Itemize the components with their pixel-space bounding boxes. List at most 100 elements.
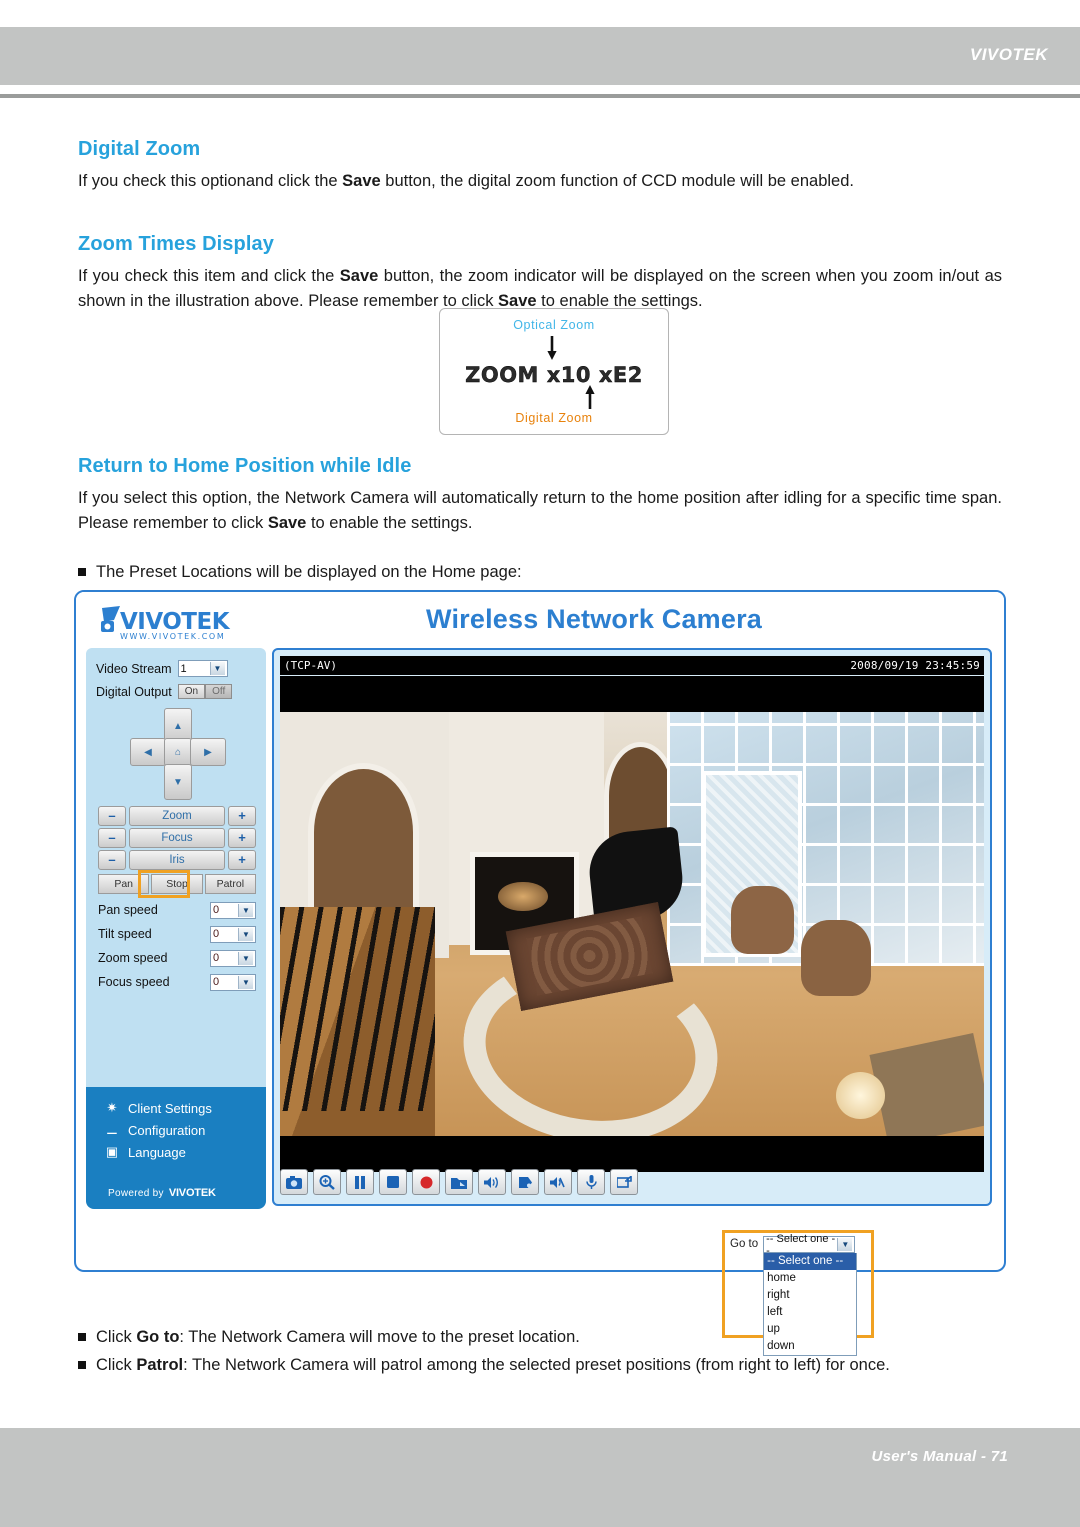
snapshot-icon[interactable] (280, 1169, 308, 1195)
tilt-speed-row: Tilt speed 0 ▼ (98, 924, 256, 944)
live-video-frame[interactable] (280, 676, 984, 1172)
goto-bullet-bold: Go to (136, 1328, 180, 1346)
powered-by-vivotek: Powered by VIVOTEK (108, 1187, 216, 1199)
goto-option-select-one[interactable]: -- Select one -- (764, 1253, 857, 1270)
iris-label: Iris (129, 849, 225, 870)
ptz-down-button[interactable]: ▼ (164, 764, 192, 800)
patrol-button[interactable]: Patrol (204, 874, 256, 894)
pan-speed-select[interactable]: 0 ▼ (210, 901, 256, 919)
pan-stop-patrol-group: Pan Stop Patrol (98, 874, 256, 894)
focus-label: Focus (129, 827, 225, 848)
record-icon[interactable] (412, 1169, 440, 1195)
nav-item-configuration[interactable]: ⚊ Configuration (104, 1122, 205, 1138)
video-stream-label: Video Stream (96, 661, 172, 676)
tilt-speed-select[interactable]: 0 ▼ (210, 925, 256, 943)
pan-speed-value: 0 (213, 904, 220, 916)
vivotek-brand-text: VIVOTEK (969, 45, 1048, 64)
talk-icon[interactable] (544, 1169, 572, 1195)
video-stream-select[interactable]: 1 ▼ (177, 660, 228, 677)
digital-zoom-arrow-icon (585, 385, 595, 409)
zoom-speed-row: Zoom speed 0 ▼ (98, 948, 256, 968)
zoom-minus-button[interactable]: – (98, 805, 126, 826)
goto-options-list: -- Select one -- home right left up down (763, 1253, 858, 1356)
storage-folder-icon[interactable] (445, 1169, 473, 1195)
fullscreen-icon[interactable] (610, 1169, 638, 1195)
dz-text-suffix: button, the digital zoom function of CCD… (380, 172, 854, 190)
goto-option-left[interactable]: left (764, 1304, 856, 1321)
rh-save-bold: Save (267, 514, 307, 532)
goto-option-home[interactable]: home (764, 1270, 856, 1287)
optical-zoom-arrow-icon (547, 336, 557, 360)
optical-zoom-label: Optical Zoom (513, 318, 595, 332)
goto-bullet-c: : The Network Camera will move to the pr… (179, 1328, 580, 1346)
nav-item-client-settings[interactable]: ✷ Client Settings (104, 1100, 212, 1116)
osd-protocol: (TCP-AV) (284, 659, 337, 672)
up-arrow-icon: ▲ (173, 720, 183, 732)
wrench-icon: ⚊ (106, 1122, 118, 1137)
chevron-down-icon: ▼ (238, 903, 253, 917)
focus-speed-select[interactable]: 0 ▼ (210, 973, 256, 991)
video-toolbar (280, 1168, 988, 1196)
digital-output-off-button[interactable]: Off (205, 684, 233, 699)
stop-icon[interactable] (379, 1169, 407, 1195)
bullet-square-icon (78, 568, 86, 576)
focus-plus-button[interactable]: + (228, 827, 256, 848)
iris-plus-button[interactable]: + (228, 849, 256, 870)
heading-digital-zoom: Digital Zoom (78, 138, 201, 160)
bullet-square-icon (78, 1333, 86, 1341)
speech-bubble-icon: ▣ (105, 1144, 119, 1159)
nav-client-settings-label: Client Settings (128, 1100, 212, 1116)
vivotek-logo: VIVOTEK WWW.VIVOTEK.COM (98, 604, 288, 642)
zoom-indicator-illustration: Optical Zoom ZOOM x10 xE2 Digital Zoom (439, 308, 669, 435)
goto-option-down[interactable]: down (764, 1338, 856, 1355)
nav-item-language[interactable]: ▣ Language (104, 1144, 186, 1160)
zoom-speed-label: Zoom speed (98, 951, 168, 965)
ztd-save-bold-1: Save (339, 267, 379, 285)
camera-nav-block: ✷ Client Settings ⚊ Configuration ▣ Lang… (86, 1087, 266, 1209)
ptz-left-button[interactable]: ◀ (130, 738, 166, 766)
ztd-text-a: If you check this item and click the (78, 267, 340, 285)
zoom-speed-select[interactable]: 0 ▼ (210, 949, 256, 967)
camera-web-interface: VIVOTEK WWW.VIVOTEK.COM Wireless Network… (74, 590, 1006, 1272)
chevron-down-icon: ▼ (238, 975, 253, 989)
stop-button[interactable]: Stop (151, 874, 203, 894)
volume-icon[interactable] (478, 1169, 506, 1195)
section-digital-zoom: Digital Zoom If you check this optionand… (78, 138, 1002, 194)
goto-option-right[interactable]: right (764, 1287, 856, 1304)
bullet-goto: Click Go to: The Network Camera will mov… (78, 1325, 1002, 1350)
powered-by-brand: VIVOTEK (168, 1187, 216, 1199)
dz-save-bold: Save (342, 172, 381, 190)
goto-option-up[interactable]: up (764, 1321, 856, 1338)
ptz-home-button[interactable]: ⌂ (164, 738, 192, 766)
paragraph-digital-zoom: If you check this optionand click the Sa… (78, 169, 1002, 194)
zoom-plus-button[interactable]: + (228, 805, 256, 826)
goto-label: Go to (730, 1238, 759, 1250)
patrol-bullet-c: : The Network Camera will patrol among t… (183, 1356, 890, 1374)
digital-output-on-button[interactable]: On (177, 684, 206, 699)
ptz-right-button[interactable]: ▶ (190, 738, 226, 766)
digital-zoom-icon[interactable] (313, 1169, 341, 1195)
pause-icon[interactable] (346, 1169, 374, 1195)
trailing-bullets: Click Go to: The Network Camera will mov… (78, 1325, 1002, 1378)
chevron-down-icon: ▼ (238, 927, 253, 941)
pan-speed-label: Pan speed (98, 903, 158, 917)
living-room-scene (280, 712, 984, 1136)
paragraph-zoom-times-display: If you check this item and click the Sav… (78, 264, 1002, 314)
left-arrow-icon: ◀ (144, 746, 152, 758)
focus-speed-value: 0 (213, 976, 220, 988)
chevron-down-icon: ▼ (209, 662, 225, 675)
digital-output-toggle[interactable]: On Off (177, 684, 233, 699)
pan-button[interactable]: Pan (98, 874, 150, 894)
powered-by-text: Powered by (108, 1187, 164, 1199)
mute-icon[interactable] (511, 1169, 539, 1195)
goto-select[interactable]: -- Select one -- ▼ (763, 1233, 856, 1257)
digital-output-row: Digital Output On Off (96, 684, 258, 699)
heading-zoom-times-display: Zoom Times Display (78, 233, 274, 255)
dz-text-prefix: If you check this optionand click the (78, 172, 343, 190)
focus-minus-button[interactable]: – (98, 827, 126, 848)
microphone-icon[interactable] (577, 1169, 605, 1195)
chevron-down-icon: ▼ (837, 1238, 853, 1251)
rh-text-a: If you select this option, the Network C… (78, 489, 1002, 532)
iris-minus-button[interactable]: – (98, 849, 126, 870)
focus-speed-label: Focus speed (98, 975, 170, 989)
